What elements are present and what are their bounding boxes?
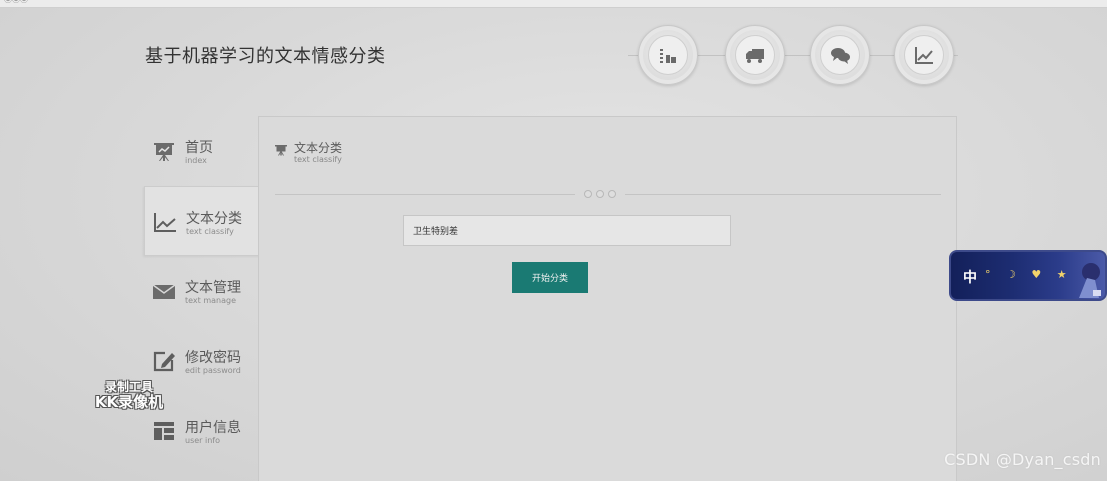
chat-bubbles-icon <box>820 35 860 75</box>
app-title: 基于机器学习的文本情感分类 <box>145 46 386 67</box>
edit-pencil-icon <box>152 350 176 372</box>
bar-stack-icon <box>648 35 688 75</box>
ime-language-label[interactable]: 中 <box>963 267 977 287</box>
sidebar-item-label: 文本管理 <box>185 280 241 296</box>
window-top-bar: ⓄⓄⓄ <box>0 0 1107 8</box>
top-circle-nav <box>628 22 958 88</box>
nav-circle-truck[interactable] <box>725 25 785 85</box>
recorder-watermark-line2: KK录像机 <box>94 393 164 411</box>
sidebar: 首页 index 文本分类 text classify 文本管理 text ma… <box>144 116 260 481</box>
nav-circle-chat[interactable] <box>810 25 870 85</box>
text-input[interactable] <box>403 215 731 246</box>
divider-dot <box>608 190 616 198</box>
sidebar-item-text-classify[interactable]: 文本分类 text classify <box>144 186 260 256</box>
presentation-board-icon <box>275 141 287 156</box>
divider-dot <box>596 190 604 198</box>
sidebar-item-sublabel: user info <box>185 436 220 445</box>
sidebar-item-label: 首页 <box>185 140 213 156</box>
sidebar-item-sublabel: text classify <box>186 227 234 236</box>
ime-decoration-icon <box>1079 263 1101 298</box>
panel-subtitle: text classify <box>294 155 342 164</box>
sidebar-item-index[interactable]: 首页 index <box>144 116 258 186</box>
presentation-board-icon <box>152 140 176 162</box>
sidebar-item-label: 文本分类 <box>186 211 242 227</box>
line-chart-icon <box>153 211 177 233</box>
nav-circle-stats[interactable] <box>638 25 698 85</box>
divider-dot <box>584 190 592 198</box>
user-card-icon <box>152 420 176 442</box>
top-logo: ⓄⓄⓄ <box>4 0 28 5</box>
divider-dots <box>575 187 625 201</box>
envelope-icon <box>152 280 176 302</box>
main-panel: 文本分类 text classify 开始分类 <box>258 116 957 481</box>
sidebar-item-sublabel: index <box>185 156 207 165</box>
sidebar-item-text-manage[interactable]: 文本管理 text manage <box>144 256 258 326</box>
recorder-watermark-line1: 录制工具 <box>104 380 153 394</box>
ime-symbol-icons[interactable]: ° ☽ ♥ ★ <box>985 268 1073 281</box>
recorder-watermark: 录制工具 KK录像机 <box>84 381 174 410</box>
sidebar-item-sublabel: edit password <box>185 366 241 375</box>
nav-circle-chart[interactable] <box>894 25 954 85</box>
ime-toolbar[interactable]: 中 ° ☽ ♥ ★ <box>949 250 1107 301</box>
sidebar-item-sublabel: text manage <box>185 296 236 305</box>
sidebar-item-label: 修改密码 <box>185 350 241 366</box>
panel-title: 文本分类 <box>294 141 343 155</box>
start-classify-button[interactable]: 开始分类 <box>512 262 588 293</box>
csdn-watermark: CSDN @Dyan_csdn <box>944 450 1101 469</box>
line-chart-icon <box>904 35 944 75</box>
sidebar-item-label: 用户信息 <box>185 420 241 436</box>
truck-icon <box>735 35 775 75</box>
